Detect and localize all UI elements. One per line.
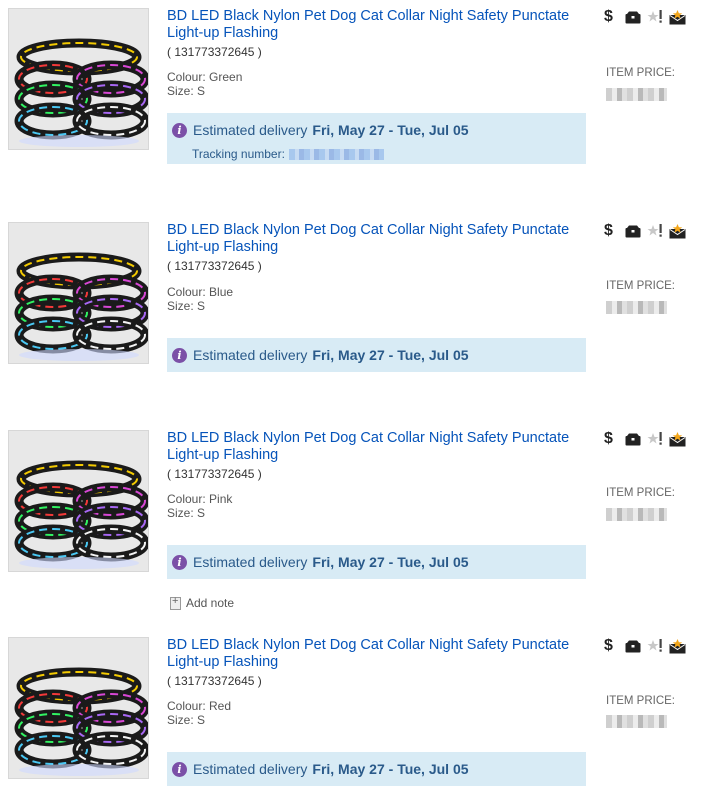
product-thumbnail[interactable] <box>8 222 149 364</box>
dollar-icon[interactable]: $ <box>604 637 619 655</box>
item-title-link[interactable]: BD LED Black Nylon Pet Dog Cat Collar Ni… <box>167 222 587 256</box>
item-price-label: ITEM PRICE: <box>606 487 676 499</box>
item-number: ( 131773372645 ) <box>167 674 262 688</box>
item-price-redacted <box>606 508 667 521</box>
feedback-left-icon[interactable] <box>647 639 663 653</box>
item-price-label: ITEM PRICE: <box>606 695 676 707</box>
order-item: BD LED Black Nylon Pet Dog Cat Collar Ni… <box>0 222 706 422</box>
feedback-left-icon[interactable] <box>647 10 663 24</box>
dollar-icon[interactable]: $ <box>604 430 619 448</box>
item-size: Size: S <box>167 506 206 520</box>
estimated-delivery-dates: Fri, May 27 - Tue, Jul 05 <box>312 554 469 570</box>
add-note-link[interactable]: Add note <box>170 595 235 610</box>
dollar-icon[interactable]: $ <box>604 222 619 240</box>
item-price-redacted <box>606 88 667 101</box>
tracking-number-redacted[interactable] <box>288 148 384 160</box>
item-colour: Colour: Pink <box>167 492 233 506</box>
item-size: Size: S <box>167 713 206 727</box>
product-thumbnail[interactable] <box>8 637 149 779</box>
estimated-delivery-label: Estimated delivery <box>193 122 308 138</box>
item-price-redacted <box>606 715 667 728</box>
shipped-box-icon[interactable] <box>625 433 641 446</box>
estimated-delivery-dates: Fri, May 27 - Tue, Jul 05 <box>312 347 469 363</box>
item-price-label: ITEM PRICE: <box>606 280 676 292</box>
info-icon: i <box>172 347 187 363</box>
delivery-box: i Estimated delivery Fri, May 27 - Tue, … <box>167 113 586 164</box>
info-icon: i <box>172 122 187 138</box>
dollar-icon[interactable]: $ <box>604 8 619 26</box>
estimated-delivery-label: Estimated delivery <box>193 554 308 570</box>
shipped-box-icon[interactable] <box>625 11 641 24</box>
estimated-delivery-dates: Fri, May 27 - Tue, Jul 05 <box>312 761 469 777</box>
item-size: Size: S <box>167 299 206 313</box>
tracking-label: Tracking number: <box>192 147 285 161</box>
order-item: BD LED Black Nylon Pet Dog Cat Collar Ni… <box>0 637 706 809</box>
feedback-left-icon[interactable] <box>647 432 663 446</box>
item-title-link[interactable]: BD LED Black Nylon Pet Dog Cat Collar Ni… <box>167 8 587 42</box>
item-number: ( 131773372645 ) <box>167 467 262 481</box>
estimated-delivery-dates: Fri, May 27 - Tue, Jul 05 <box>312 122 469 138</box>
status-icons: $ <box>604 430 692 448</box>
shipped-box-icon[interactable] <box>625 225 641 238</box>
item-price-label: ITEM PRICE: <box>606 67 676 79</box>
product-thumbnail[interactable] <box>8 430 149 572</box>
tracking-row: Tracking number: <box>192 147 384 161</box>
delivery-box: i Estimated delivery Fri, May 27 - Tue, … <box>167 545 586 579</box>
feedback-received-icon[interactable] <box>669 9 686 25</box>
order-item: BD LED Black Nylon Pet Dog Cat Collar Ni… <box>0 8 706 208</box>
delivery-box: i Estimated delivery Fri, May 27 - Tue, … <box>167 338 586 372</box>
product-thumbnail[interactable] <box>8 8 149 150</box>
order-item: BD LED Black Nylon Pet Dog Cat Collar Ni… <box>0 430 706 630</box>
status-icons: $ <box>604 222 692 240</box>
note-add-icon <box>170 595 181 610</box>
feedback-left-icon[interactable] <box>647 224 663 238</box>
item-title-link[interactable]: BD LED Black Nylon Pet Dog Cat Collar Ni… <box>167 637 587 671</box>
item-colour: Colour: Blue <box>167 285 234 299</box>
item-colour: Colour: Red <box>167 699 232 713</box>
item-number: ( 131773372645 ) <box>167 45 262 59</box>
estimated-delivery-label: Estimated delivery <box>193 347 308 363</box>
status-icons: $ <box>604 637 692 655</box>
feedback-received-icon[interactable] <box>669 223 686 239</box>
feedback-received-icon[interactable] <box>669 431 686 447</box>
item-price-redacted <box>606 301 667 314</box>
info-icon: i <box>172 761 187 777</box>
status-icons: $ <box>604 8 692 26</box>
item-colour: Colour: Green <box>167 70 243 84</box>
item-number: ( 131773372645 ) <box>167 259 262 273</box>
add-note-label: Add note <box>186 596 235 610</box>
item-size: Size: S <box>167 84 206 98</box>
shipped-box-icon[interactable] <box>625 640 641 653</box>
info-icon: i <box>172 554 187 570</box>
estimated-delivery-label: Estimated delivery <box>193 761 308 777</box>
feedback-received-icon[interactable] <box>669 638 686 654</box>
item-title-link[interactable]: BD LED Black Nylon Pet Dog Cat Collar Ni… <box>167 430 587 464</box>
delivery-box: i Estimated delivery Fri, May 27 - Tue, … <box>167 752 586 786</box>
